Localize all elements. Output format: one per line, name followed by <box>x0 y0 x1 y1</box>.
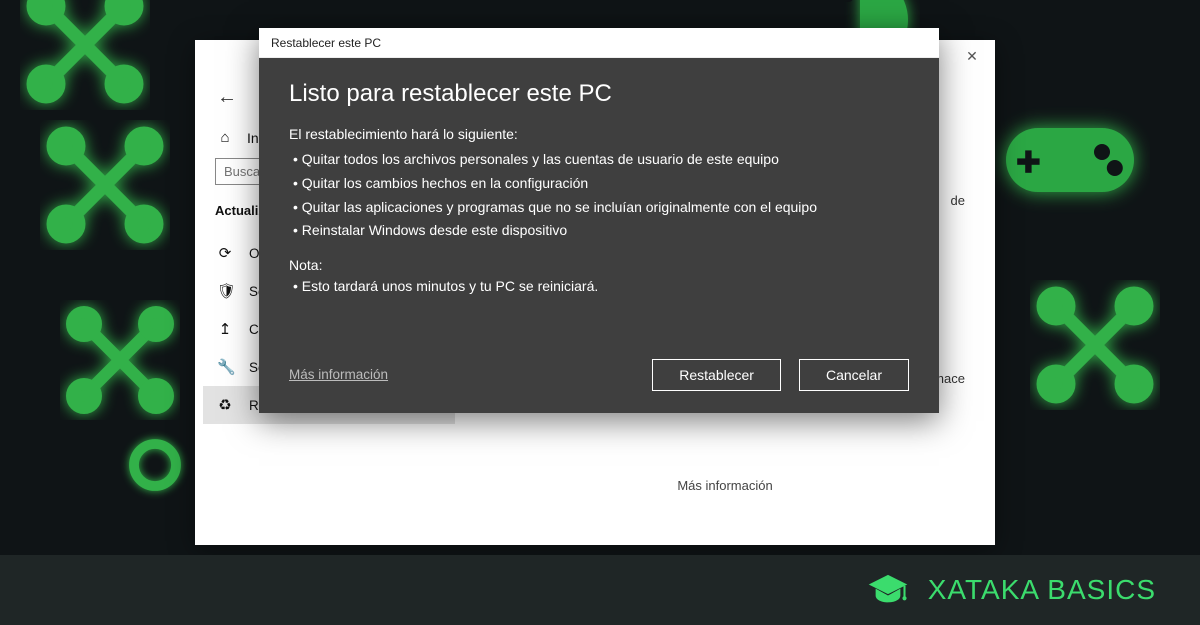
dialog-bullet: Quitar todos los archivos personales y l… <box>289 148 909 172</box>
delivery-icon: ⟳ <box>217 244 233 262</box>
main-text-fragment: hace <box>937 371 965 386</box>
dialog-note-list: Esto tardará unos minutos y tu PC se rei… <box>289 275 909 299</box>
dialog-bullet: Quitar los cambios hechos en la configur… <box>289 172 909 196</box>
shield-icon: 🛡 <box>217 282 233 300</box>
graduation-cap-icon <box>866 568 910 612</box>
home-icon: ⌂ <box>217 129 233 146</box>
window-close-button[interactable]: ✕ <box>949 40 995 72</box>
cancel-button[interactable]: Cancelar <box>799 359 909 391</box>
main-more-info: Más información <box>677 478 772 493</box>
decor-circle-icon <box>120 430 190 500</box>
decor-x-icon <box>1030 280 1160 410</box>
dialog-titlebar: Restablecer este PC <box>259 28 939 58</box>
backup-icon: ↥ <box>217 320 233 338</box>
reset-dialog: Restablecer este PC Listo para restablec… <box>259 28 939 413</box>
wrench-icon: 🔧 <box>217 358 233 376</box>
brand-footer: XATAKA BASICS <box>0 555 1200 625</box>
dialog-window-title: Restablecer este PC <box>271 36 381 50</box>
dialog-note-bullet: Esto tardará unos minutos y tu PC se rei… <box>289 275 909 299</box>
dialog-bullet-list: Quitar todos los archivos personales y l… <box>289 148 909 243</box>
reset-button[interactable]: Restablecer <box>652 359 781 391</box>
decor-x-icon <box>20 0 150 110</box>
dialog-heading: Listo para restablecer este PC <box>289 80 909 108</box>
decor-gamepad-icon <box>990 80 1150 240</box>
brand-text: XATAKA BASICS <box>928 574 1156 606</box>
main-text-fragment: de <box>951 193 965 208</box>
decor-x-icon <box>40 120 170 250</box>
more-info-link[interactable]: Más información <box>289 367 388 382</box>
dialog-note-title: Nota: <box>289 257 909 273</box>
dialog-bullet: Reinstalar Windows desde este dispositiv… <box>289 219 909 243</box>
dialog-bullet: Quitar las aplicaciones y programas que … <box>289 196 909 220</box>
decor-x-icon <box>60 300 180 420</box>
dialog-intro: El restablecimiento hará lo siguiente: <box>289 126 909 142</box>
recovery-icon: ♻ <box>217 396 233 414</box>
